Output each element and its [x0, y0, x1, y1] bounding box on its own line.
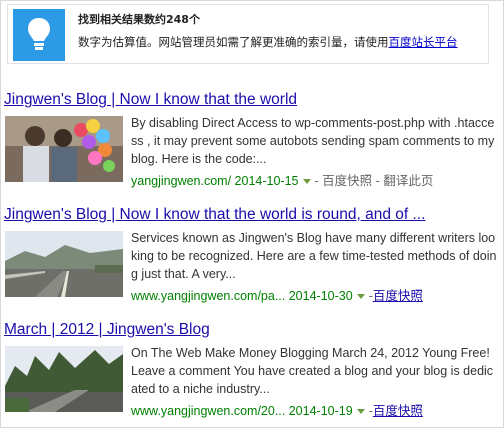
result-date: 2014-10-30 — [288, 289, 353, 303]
result-meta: www.yangjingwen.com/pa... 2014-10-30 -百度快… — [131, 285, 423, 304]
search-result: Jingwen's Blog | Now I know that the wor… — [4, 206, 500, 306]
result-snippet: Services known as Jingwen's Blog have ma… — [131, 231, 497, 281]
result-thumbnail[interactable] — [5, 231, 123, 297]
estimate-note: 数字为估算值。网站管理员如需了解更准确的索引量，请使用百度站长平台 — [78, 34, 458, 50]
result-title-link[interactable]: Jingwen's Blog | Now I know that the wor… — [4, 91, 297, 109]
result-url: www.yangjingwen.com/20... — [131, 404, 286, 418]
result-meta: www.yangjingwen.com/20... 2014-10-19 -百度快… — [131, 400, 423, 419]
separator: - — [375, 174, 380, 188]
search-result: Jingwen's Blog | Now I know that the wor… — [4, 91, 500, 191]
result-snippet: On The Web Make Money Blogging March 24,… — [131, 346, 494, 396]
lightbulb-icon — [13, 9, 65, 61]
result-count-notice: 找到相关结果数约248个 数字为估算值。网站管理员如需了解更准确的索引量，请使用… — [7, 4, 489, 64]
chevron-down-icon[interactable] — [356, 408, 365, 414]
result-meta: yangjingwen.com/ 2014-10-15 - 百度快照 - 翻译此页 — [131, 170, 433, 189]
result-snippet: By disabling Direct Access to wp-comment… — [131, 116, 495, 166]
cache-link[interactable]: 百度快照 — [322, 174, 372, 188]
result-count-title: 找到相关结果数约248个 — [78, 13, 200, 26]
result-url: yangjingwen.com/ — [131, 174, 232, 188]
chevron-down-icon[interactable] — [302, 178, 311, 184]
search-result: March | 2012 | Jingwen's Blog On The Web… — [4, 321, 500, 421]
translate-link[interactable]: 翻译此页 — [383, 174, 433, 188]
result-url: www.yangjingwen.com/pa... — [131, 289, 286, 303]
result-date: 2014-10-19 — [288, 404, 353, 418]
result-title-link[interactable]: March | 2012 | Jingwen's Blog — [4, 321, 210, 339]
result-thumbnail[interactable] — [5, 346, 123, 412]
webmaster-platform-link[interactable]: 百度站长平台 — [389, 35, 458, 49]
result-title-link[interactable]: Jingwen's Blog | Now I know that the wor… — [4, 206, 425, 224]
result-date: 2014-10-15 — [234, 174, 299, 188]
cache-link[interactable]: 百度快照 — [373, 404, 423, 418]
estimate-note-text: 数字为估算值。网站管理员如需了解更准确的索引量，请使用 — [78, 35, 389, 49]
cache-link[interactable]: 百度快照 — [373, 289, 423, 303]
separator: - — [314, 174, 319, 188]
chevron-down-icon[interactable] — [356, 293, 365, 299]
result-thumbnail[interactable] — [5, 116, 123, 182]
